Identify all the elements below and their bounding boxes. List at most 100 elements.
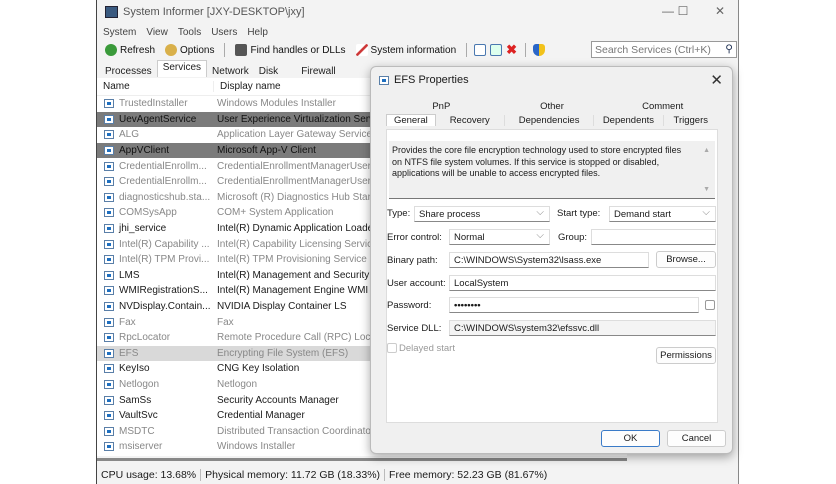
permissions-button[interactable]: Permissions [656,347,716,364]
error-control-label: Error control: [387,232,442,243]
service-name: CredentialEnrollm... [119,176,207,188]
horizontal-scrollbar[interactable] [97,458,627,461]
scroll-up-icon[interactable]: ▲ [703,145,710,157]
start-type-select[interactable]: Demand start [609,206,716,222]
system-information-button[interactable]: System information [353,44,460,56]
service-name-cell: EFS [97,348,213,359]
browse-button[interactable]: Browse... [656,251,716,268]
tab-general[interactable]: General [386,114,436,126]
delayed-start-checkbox[interactable] [387,343,397,353]
password-input[interactable]: •••••••• [449,297,699,313]
error-control-value: Normal [454,232,485,243]
menu-system[interactable]: System [103,27,136,38]
service-display-name: Intel(R) Capability Licensing Service [217,238,378,250]
service-name-cell: WMIRegistrationS... [97,285,213,296]
service-name-cell: CredentialEnrollm... [97,176,213,187]
group-input[interactable] [591,229,716,245]
find-handles-button[interactable]: Find handles or DLLs [232,44,348,56]
service-name: CredentialEnrollm... [119,160,207,172]
service-icon [104,192,114,202]
service-icon [104,348,114,358]
tab-dependents[interactable]: Dependents [594,114,664,126]
service-name: Intel(R) Capability ... [119,238,210,250]
description-box[interactable]: Provides the core file encryption techno… [389,141,715,199]
service-icon [104,177,114,187]
tab-processes[interactable]: Processes [100,66,157,77]
dialog-tabs: PnP Other Comment General Recovery Depen… [386,99,718,127]
group-label: Group: [558,232,588,243]
tab-dependencies[interactable]: Dependencies [505,114,595,126]
service-name-cell: jhi_service [97,223,213,234]
ok-button[interactable]: OK [601,430,660,447]
column-display-name[interactable]: Display name [213,81,281,92]
dialog-title-bar: EFS Properties [371,67,732,93]
window-title: System Informer [JXY-DESKTOP\jxy] [123,6,305,18]
service-name: EFS [119,347,139,359]
tab-services[interactable]: Services [156,60,208,77]
service-icon [104,395,114,405]
tab-triggers[interactable]: Triggers [664,115,719,126]
user-account-label: User account: [387,278,446,289]
scroll-down-icon[interactable]: ▼ [703,184,710,196]
binary-path-input[interactable]: C:\WINDOWS\System32\lsass.exe [449,252,649,268]
column-name[interactable]: Name [97,81,213,92]
password-value: •••••••• [454,300,481,311]
menu-tools[interactable]: Tools [178,27,201,38]
service-name-cell: Intel(R) Capability ... [97,239,213,250]
password-checkbox[interactable] [705,300,715,310]
service-name-cell: UevAgentService [97,114,213,125]
type-select[interactable]: Share process [414,206,550,222]
service-icon [104,426,114,436]
user-account-input[interactable]: LocalSystem [449,275,716,291]
tab-comment[interactable]: Comment [607,101,718,112]
tab-pnp[interactable]: PnP [386,101,497,112]
service-icon [104,114,114,124]
menu-view[interactable]: View [146,27,168,38]
tab-other[interactable]: Other [497,101,608,112]
delayed-start-label: Delayed start [399,343,455,354]
shield-icon[interactable] [533,44,546,56]
type-label: Type: [387,208,411,219]
service-name: Fax [119,316,136,328]
sysinfo-label: System information [370,44,457,56]
window-arrow-icon[interactable] [490,44,503,56]
service-name-cell: COMSysApp [97,207,213,218]
service-display-name: Microsoft App-V Client [217,145,316,157]
search-input[interactable]: Search Services (Ctrl+K) ⚲ [591,41,737,58]
options-button[interactable]: Options [162,44,217,56]
service-name-cell: MSDTC [97,426,213,437]
window-icon[interactable] [474,44,487,56]
refresh-button[interactable]: Refresh [102,44,158,56]
tab-firewall[interactable]: Firewall [283,66,340,77]
tab-row-bottom: General Recovery Dependencies Dependents… [386,113,718,127]
service-display-name: CredentialEnrollmentManagerUserSvc [217,176,388,188]
cancel-button[interactable]: Cancel [667,430,726,447]
service-name-cell: Netlogon [97,379,213,390]
tab-disk[interactable]: Disk [254,66,283,77]
close-button[interactable]: ✕ [705,4,735,18]
service-name-cell: NVDisplay.Contain... [97,301,213,312]
service-icon [104,286,114,296]
dialog-close-button[interactable]: ✕ [710,71,723,89]
divider [224,43,226,57]
menu-users[interactable]: Users [211,27,237,38]
tab-network[interactable]: Network [207,66,254,77]
close-x-icon[interactable]: ✖ [506,43,518,56]
service-name: RpcLocator [119,332,171,344]
cpu-usage: CPU usage: 13.68% [97,469,202,481]
service-dll-input[interactable]: C:\WINDOWS\system32\efssvc.dll [449,320,716,336]
tab-recovery[interactable]: Recovery [436,114,505,126]
type-value: Share process [419,209,481,220]
service-icon [104,333,114,343]
chart-icon [355,44,368,56]
service-icon [104,130,114,140]
refresh-label: Refresh [120,44,156,56]
menu-help[interactable]: Help [247,27,268,38]
service-name: diagnosticshub.sta... [119,191,211,203]
maximize-button[interactable]: ☐ [668,4,698,18]
service-icon [104,270,114,280]
service-name-cell: VaultSvc [97,410,213,421]
error-control-select[interactable]: Normal [449,229,550,245]
service-icon [104,442,114,452]
service-icon [104,161,114,171]
